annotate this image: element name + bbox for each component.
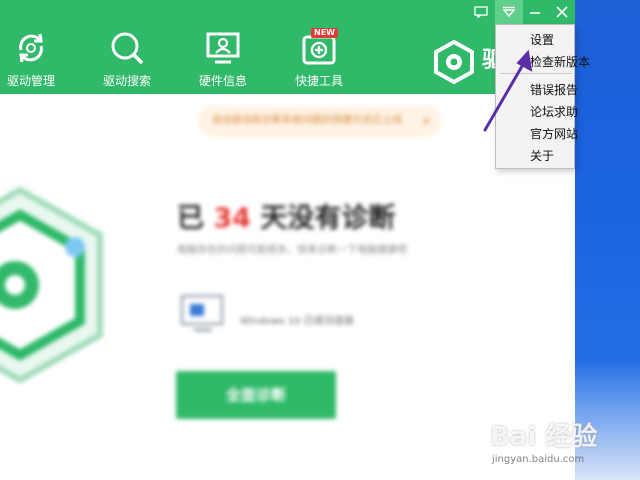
main-menu-button[interactable] [495, 0, 523, 24]
main-dropdown-menu: 设置 检查新版本 错误报告 论坛求助 官方网站 关于 [495, 24, 590, 169]
baidu-watermark: Bai 经验 jingyan.baidu.com [470, 410, 640, 480]
search-icon [111, 32, 144, 65]
notice-banner[interactable]: 自动驱动和诊断系统问题的快捷方式已上线 × [198, 105, 441, 137]
menu-item-forum-help[interactable]: 论坛求助 [530, 103, 578, 120]
dropdown-menu-icon [502, 6, 516, 18]
watermark-sub: jingyan.baidu.com [492, 454, 585, 465]
menu-separator [500, 73, 572, 74]
new-badge: NEW [311, 28, 338, 38]
nav-label: 驱动管理 [6, 74, 55, 88]
desktop-background [575, 0, 640, 480]
menu-item-settings[interactable]: 设置 [530, 31, 554, 48]
headline-suffix: 天没有诊断 [260, 203, 396, 234]
minimize-button[interactable] [521, 0, 549, 24]
nav-label: 驱动搜索 [102, 74, 151, 88]
headline-prefix: 已 [177, 203, 204, 234]
notice-close-icon[interactable]: × [421, 105, 431, 137]
chat-icon [474, 6, 488, 18]
nav-driver-management[interactable]: 驱动管理 [0, 30, 69, 92]
nav-hardware-info[interactable]: 硬件信息 [185, 30, 261, 92]
feedback-button[interactable] [467, 0, 495, 24]
notice-text: 自动驱动和诊断系统问题的快捷方式已上线 [212, 115, 402, 126]
full-diagnosis-button[interactable]: 全面诊断 [176, 371, 336, 419]
menu-item-check-update[interactable]: 检查新版本 [530, 53, 590, 70]
minimize-icon [530, 12, 540, 14]
monitor-user-icon [206, 32, 240, 64]
menu-item-about[interactable]: 关于 [530, 147, 554, 164]
diagnosis-hexagon-icon [0, 186, 103, 384]
nav-label: 硬件信息 [198, 74, 247, 88]
nav-driver-search[interactable]: 驱动搜索 [89, 30, 165, 92]
app-header: 驱动管理 驱动搜索 硬件信息 NEW 快捷工具 驱 [0, 0, 575, 94]
menu-item-official-site[interactable]: 官方网站 [530, 125, 578, 142]
close-icon [556, 6, 568, 18]
computer-icon [180, 294, 224, 332]
refresh-icon [19, 33, 43, 63]
watermark-main: Bai 经验 [490, 422, 598, 452]
brand-logo-icon [434, 40, 474, 84]
app-window: 驱动管理 驱动搜索 硬件信息 NEW 快捷工具 驱 自动驱动和诊断系统问题的快捷… [0, 0, 575, 480]
nav-quick-tools[interactable]: NEW 快捷工具 [281, 28, 357, 92]
menu-item-error-report[interactable]: 错误报告 [530, 81, 578, 98]
subline-text: 电脑存在的问题可能很多，快来诊断一下电脑健康吧 [177, 245, 407, 256]
system-info-text: Windows 10 已成功连接 [240, 316, 354, 327]
days-count: 34 [213, 203, 251, 234]
headline: 已 34 天没有诊断 [177, 196, 395, 235]
close-button[interactable] [548, 0, 575, 24]
nav-label: 快捷工具 [294, 74, 343, 88]
